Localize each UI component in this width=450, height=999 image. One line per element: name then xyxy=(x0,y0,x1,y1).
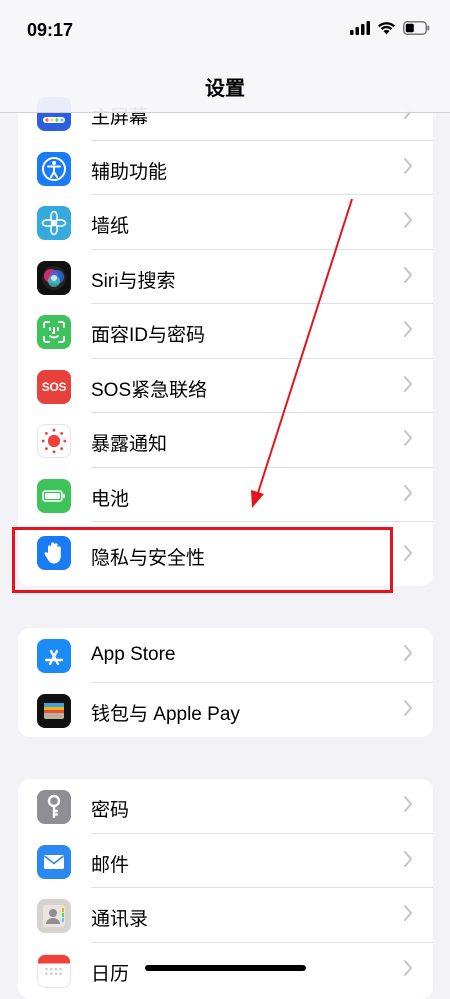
nav-separator xyxy=(0,112,450,113)
chevron-right-icon xyxy=(404,545,412,561)
chevron-right-icon xyxy=(404,212,412,228)
settings-row-battery[interactable]: 电池 xyxy=(18,468,433,522)
settings-row-accessibility[interactable]: 辅助功能 xyxy=(18,141,433,195)
chevron-right-icon xyxy=(404,959,412,976)
siri-icon xyxy=(37,260,71,295)
exposure-notification-icon xyxy=(37,424,71,458)
settings-row-wallet[interactable]: 钱包与 Apple Pay xyxy=(18,683,433,738)
chevron-right-icon xyxy=(404,321,412,337)
status-time: 09:17 xyxy=(27,20,74,40)
mail-icon xyxy=(37,844,71,879)
chevron-right-icon xyxy=(404,850,412,867)
settings-row-mail[interactable]: 邮件 xyxy=(18,834,433,888)
settings-row-exposure-notifications[interactable]: 暴露通知 xyxy=(18,413,433,468)
settings-row-label: 邮件 xyxy=(91,854,130,876)
settings-row-label: 密码 xyxy=(91,800,130,821)
battery-icon xyxy=(37,478,71,513)
settings-row-label: Siri与搜索 xyxy=(91,270,176,292)
wallet-icon xyxy=(37,693,71,728)
app-store-icon xyxy=(37,639,71,673)
settings-row-label: SOS紧急联络 xyxy=(91,379,208,401)
settings-row-contacts[interactable]: 通讯录 xyxy=(18,888,433,943)
settings-row-wallpaper[interactable]: 墙纸 xyxy=(18,195,433,250)
chevron-right-icon xyxy=(404,699,412,716)
battery-status-icon xyxy=(403,21,430,35)
chevron-right-icon xyxy=(404,905,412,921)
chevron-right-icon xyxy=(404,484,412,501)
chevron-right-icon xyxy=(404,266,412,283)
settings-row-label: 日历 xyxy=(91,963,130,985)
sos-icon: SOS xyxy=(37,369,71,404)
settings-row-emergency-sos[interactable]: SOS SOS紧急联络 xyxy=(18,359,433,413)
sos-icon-text: SOS xyxy=(41,379,67,394)
settings-row-label: App Store xyxy=(91,644,176,665)
accessibility-icon xyxy=(37,151,71,186)
settings-row-label: 电池 xyxy=(91,488,130,510)
chevron-right-icon xyxy=(404,430,412,446)
cellular-signal-icon xyxy=(350,21,370,35)
key-icon xyxy=(37,790,71,824)
settings-group-store: App Store 钱包与 Apple Pay xyxy=(18,628,433,737)
settings-row-label: 辅助功能 xyxy=(91,161,168,183)
settings-row-label: 暴露通知 xyxy=(91,434,168,455)
settings-row-label: 面容ID与密码 xyxy=(91,325,206,346)
chevron-right-icon xyxy=(404,157,412,174)
settings-row-label: 钱包与 Apple Pay xyxy=(91,703,240,725)
settings-group-general: 主屏幕 辅助功能 墙纸 Siri与搜索 面容ID与密码 SOS SOS紧急联络 … xyxy=(18,86,433,586)
settings-row-label: 墙纸 xyxy=(91,216,130,237)
chevron-right-icon xyxy=(404,375,412,392)
chevron-right-icon xyxy=(404,645,412,661)
page-title: 设置 xyxy=(205,78,245,100)
contacts-icon xyxy=(37,899,71,933)
settings-row-app-store[interactable]: App Store xyxy=(18,628,433,683)
home-indicator[interactable] xyxy=(145,965,306,971)
status-bar-overlay: 09:17 xyxy=(0,0,450,62)
settings-row-label: 通讯录 xyxy=(91,909,149,930)
settings-row-passwords[interactable]: 密码 xyxy=(18,779,433,834)
annotation-highlight-box xyxy=(12,527,393,593)
calendar-icon xyxy=(37,953,71,988)
face-id-icon xyxy=(37,315,71,349)
wallpaper-icon xyxy=(37,206,71,240)
wifi-icon xyxy=(378,22,395,35)
chevron-right-icon xyxy=(404,796,412,812)
settings-row-face-id[interactable]: 面容ID与密码 xyxy=(18,304,433,359)
settings-row-siri[interactable]: Siri与搜索 xyxy=(18,250,433,304)
